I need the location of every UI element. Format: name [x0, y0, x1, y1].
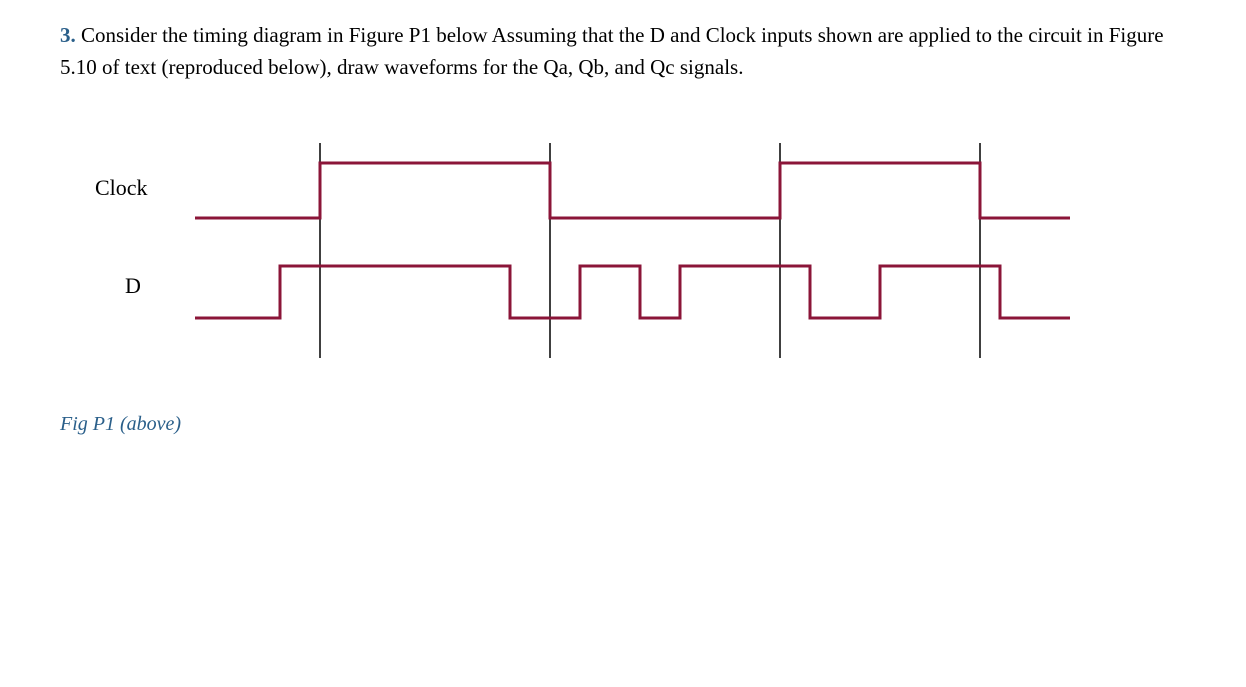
question-number: 3.: [60, 23, 76, 47]
clock-waveform: [195, 163, 1070, 218]
question-text: 3. Consider the timing diagram in Figure…: [60, 20, 1186, 83]
timing-diagram: Clock D: [80, 133, 1186, 373]
d-waveform: [195, 266, 1070, 318]
question-body: Consider the timing diagram in Figure P1…: [60, 23, 1164, 79]
figure-caption: Fig P1 (above): [60, 413, 1186, 436]
timing-svg: Clock D: [80, 133, 1080, 373]
clock-label: Clock: [95, 175, 148, 200]
d-label: D: [125, 273, 141, 298]
